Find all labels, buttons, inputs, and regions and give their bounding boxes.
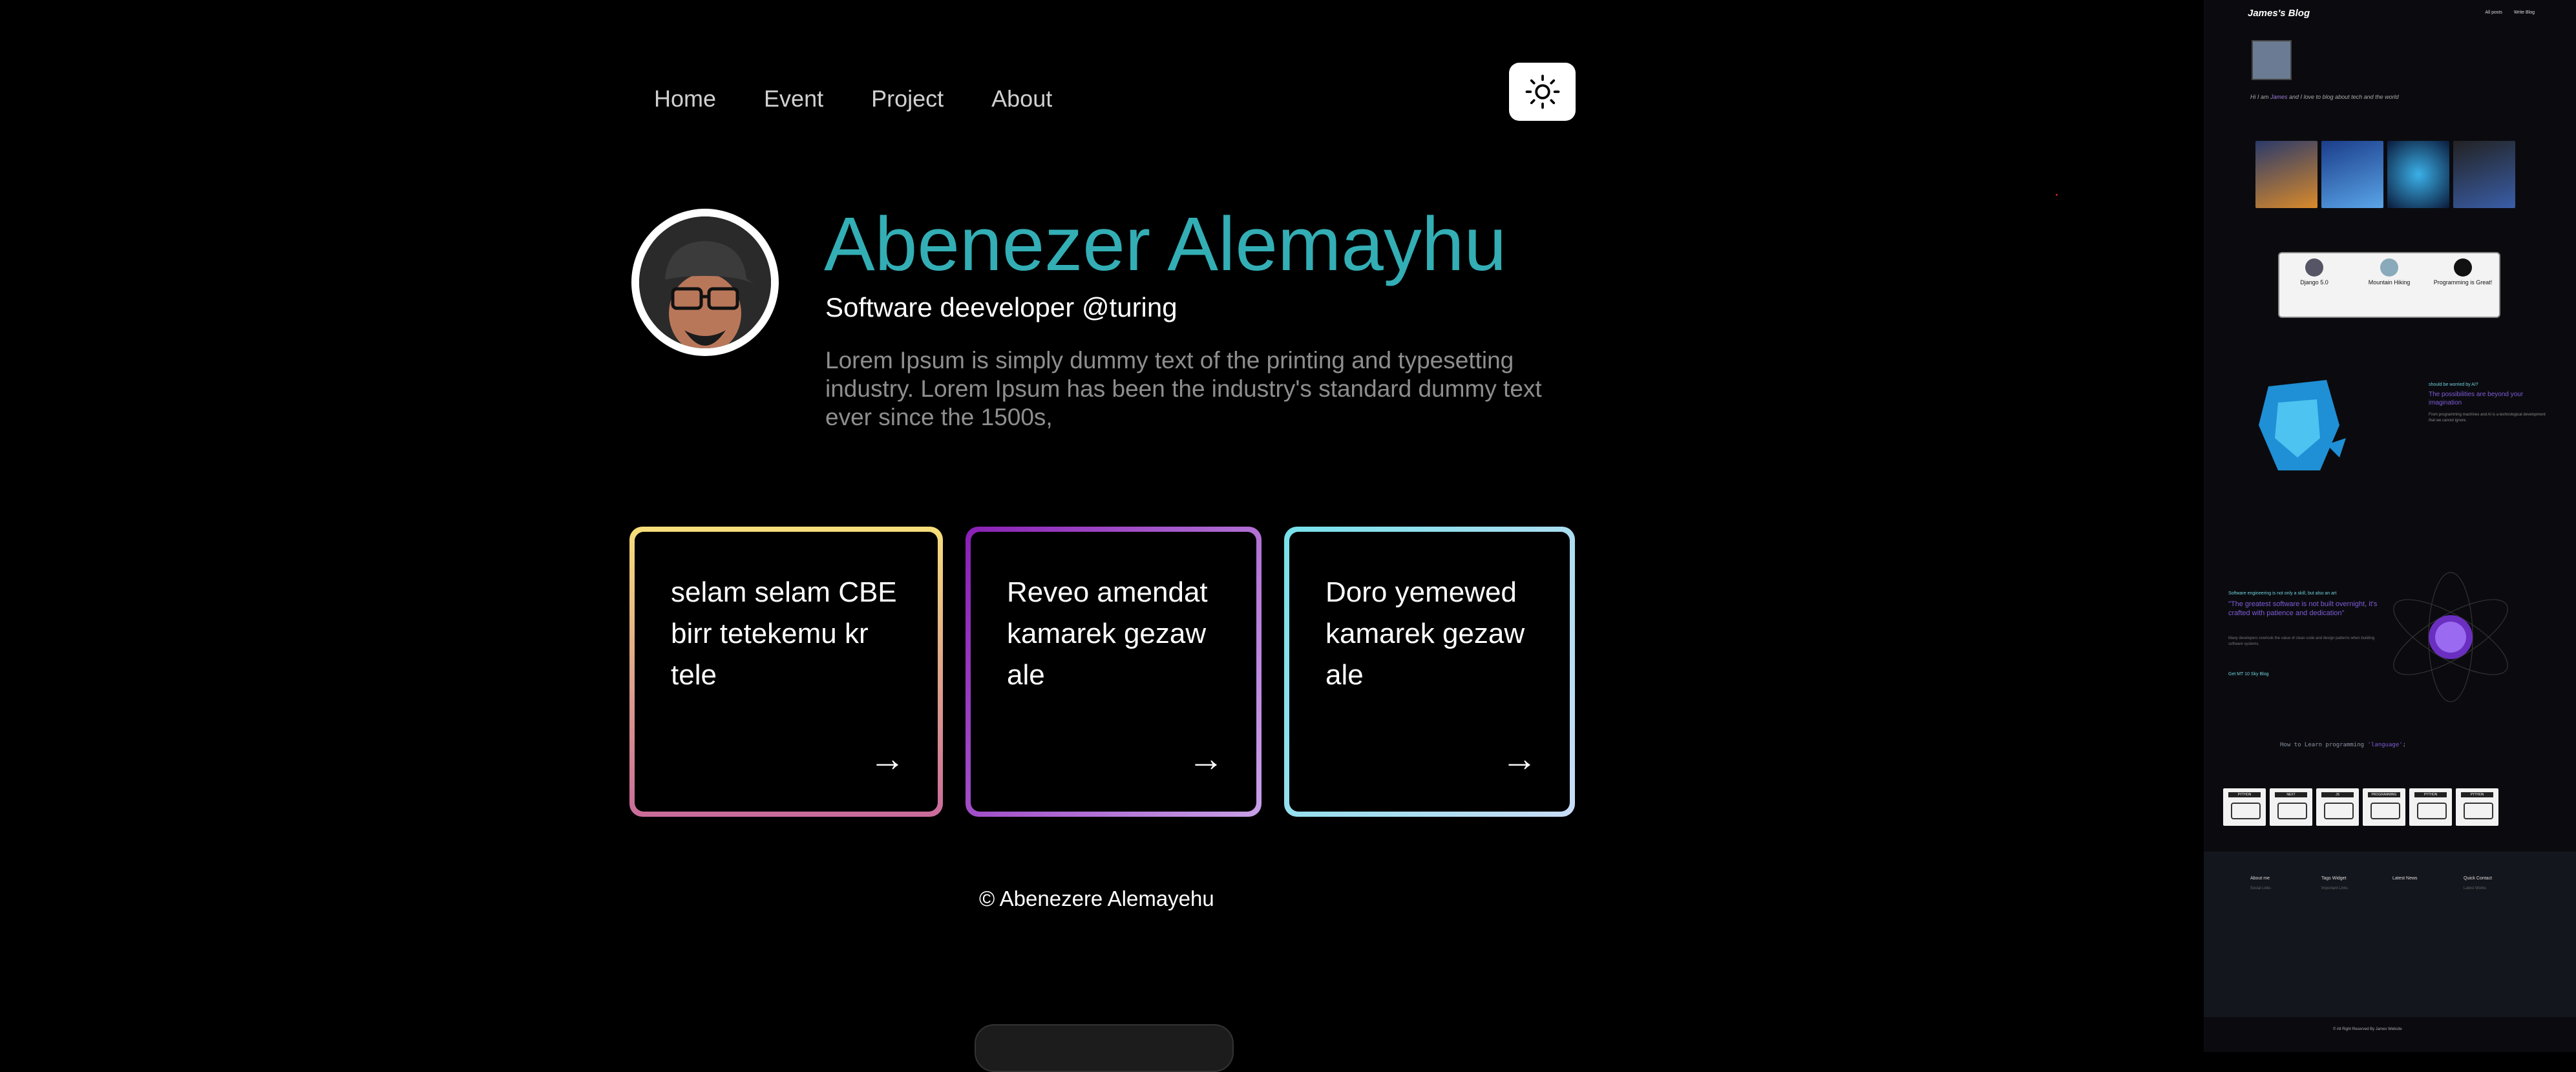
hero-name: Abenezer Alemayhu xyxy=(824,202,1507,287)
card-text: Doro yemewed kamarek gezaw ale xyxy=(1325,576,1525,691)
footer-col-contact: Quick Contact Latest Works xyxy=(2464,876,2492,890)
blog-post-card[interactable]: JS xyxy=(2316,788,2359,826)
bottom-dock[interactable] xyxy=(975,1024,1234,1072)
atom-illustration xyxy=(2393,572,2508,702)
footer-col-about: About me Social Links xyxy=(2250,876,2272,890)
quote-text: "The greatest software is not built over… xyxy=(2228,600,2378,617)
blog-post-card[interactable]: PROGRAMMING xyxy=(2363,788,2405,826)
ai-kicker: should be worried by AI? xyxy=(2429,383,2478,387)
blog-nav-all-posts[interactable]: All posts xyxy=(2485,10,2502,15)
project-card-3[interactable]: Doro yemewed kamarek gezaw ale → xyxy=(1284,527,1575,817)
footer-col-tags: Tags Widget Important Links xyxy=(2321,876,2349,890)
blog-nav: All posts Write Blog xyxy=(2485,10,2535,15)
blog-bottom-bar: © All Right Reserved By James Website xyxy=(2204,1017,2576,1052)
blog-preview-panel: James's Blog All posts Write Blog Hi I a… xyxy=(2204,0,2576,1052)
category-item[interactable]: Django 5.0 xyxy=(2282,258,2347,286)
arrow-right-icon: → xyxy=(869,738,905,779)
nav-project-link[interactable]: Project xyxy=(871,85,944,112)
blog-post-card[interactable]: PYTHON xyxy=(2456,788,2498,826)
card-text: selam selam CBE birr tetekemu kr tele xyxy=(671,576,897,691)
project-card-2[interactable]: Reveo amendat kamarek gezaw ale → xyxy=(966,527,1262,817)
ai-headline: The possibilities are beyond your imagin… xyxy=(2429,391,2524,406)
footer-col-news: Latest News xyxy=(2392,876,2418,881)
category-item[interactable]: Programming is Great! xyxy=(2431,258,2495,286)
blog-post-card[interactable]: NEXT xyxy=(2270,788,2312,826)
portfolio-page: Home Event Project About Abenezer Alemay… xyxy=(0,0,2204,1072)
arrow-right-icon: → xyxy=(1501,738,1537,779)
nav-home-link[interactable]: Home xyxy=(654,85,716,112)
category-item[interactable]: Mountain Hiking xyxy=(2357,258,2422,286)
blog-thumb-3[interactable] xyxy=(2387,141,2449,208)
main-nav: Home Event Project About xyxy=(654,85,1052,112)
blog-thumb-2[interactable] xyxy=(2321,141,2383,208)
ai-body: From programming machines and AI is a te… xyxy=(2429,413,2546,423)
hero-description: Lorem Ipsum is simply dummy text of the … xyxy=(825,347,1542,430)
cursor-dot xyxy=(2056,194,2058,196)
sun-icon xyxy=(1525,74,1559,109)
quote-kicker: Software engineering is not only a skill… xyxy=(2228,591,2337,596)
code-line: How to Learn programming 'language'; xyxy=(2280,742,2407,748)
blog-post-card[interactable]: PYTHON xyxy=(2409,788,2452,826)
blog-categories: Django 5.0 Mountain Hiking Programming i… xyxy=(2278,252,2500,318)
blog-footer: About me Social Links Tags Widget Importan… xyxy=(2204,852,2576,1017)
ai-face-image xyxy=(2259,380,2346,470)
nav-about-link[interactable]: About xyxy=(991,85,1052,112)
blog-thumb-4[interactable] xyxy=(2453,141,2515,208)
blog-intro: Hi I am James and I love to blog about t… xyxy=(2250,94,2399,100)
quote-body: Many developers overlook the value of cl… xyxy=(2228,636,2375,646)
blog-author-avatar xyxy=(2252,40,2292,80)
blog-post-card[interactable]: PYTHON xyxy=(2223,788,2266,826)
blog-thumb-1[interactable] xyxy=(2255,141,2317,208)
card-text: Reveo amendat kamarek gezaw ale xyxy=(1007,576,1208,691)
profile-avatar xyxy=(631,209,779,356)
nav-event-link[interactable]: Event xyxy=(764,85,823,112)
project-card-1[interactable]: selam selam CBE birr tetekemu kr tele → xyxy=(629,527,943,817)
arrow-right-icon: → xyxy=(1188,738,1224,779)
blog-nav-write[interactable]: Write Blog xyxy=(2514,10,2535,15)
memoji-avatar-image xyxy=(639,216,771,348)
blog-title: James's Blog xyxy=(2248,8,2310,19)
theme-toggle-button[interactable] xyxy=(1509,63,1576,121)
quote-link[interactable]: Get MT 10 Sky Blog xyxy=(2228,672,2269,677)
hero-role: Software deeveloper @turing xyxy=(825,292,1177,322)
footer-copyright: © Abenezere Alemayehu xyxy=(979,887,1214,910)
